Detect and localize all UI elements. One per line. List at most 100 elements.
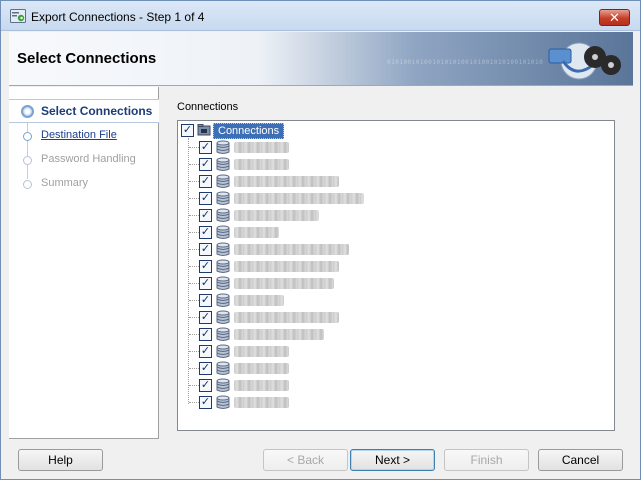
connection-row[interactable]: ✓ [178, 275, 598, 292]
connection-name-redacted [234, 142, 289, 153]
tree-root-label[interactable]: Connections [213, 123, 285, 139]
connection-checkbox[interactable]: ✓ [199, 260, 212, 273]
connection-checkbox[interactable]: ✓ [199, 311, 212, 324]
step-label: Select Connections [41, 104, 153, 118]
help-button[interactable]: Help [18, 449, 103, 471]
database-icon [216, 293, 230, 307]
connection-name-redacted [234, 278, 334, 289]
connection-row[interactable]: ✓ [178, 258, 598, 275]
export-connections-dialog: Export Connections - Step 1 of 4 ✕ Selec… [0, 0, 641, 480]
close-button[interactable]: ✕ [599, 9, 630, 26]
connection-row[interactable]: ✓ [178, 377, 598, 394]
close-icon: ✕ [609, 10, 620, 25]
connection-checkbox[interactable]: ✓ [199, 175, 212, 188]
step-label: Password Handling [41, 153, 136, 165]
connection-row[interactable]: ✓ [178, 343, 598, 360]
database-icon [216, 191, 230, 205]
finish-button-label: Finish [470, 453, 503, 467]
step-label: Destination File [41, 129, 117, 141]
database-icon [216, 208, 230, 222]
export-wizard-icon [10, 9, 26, 23]
next-button[interactable]: Next > [350, 449, 435, 471]
wizard-header: Select Connections 010100101001010101001… [9, 32, 633, 86]
step-current-indicator-icon [21, 105, 34, 118]
connection-checkbox[interactable]: ✓ [199, 396, 212, 409]
page-title: Select Connections [17, 50, 157, 67]
window-title: Export Connections - Step 1 of 4 [31, 10, 205, 24]
step-label: Summary [41, 177, 89, 189]
connection-row[interactable]: ✓ [178, 360, 598, 377]
next-button-label: Next > [374, 453, 410, 467]
root-checkbox[interactable]: ✓ [181, 124, 194, 137]
binary-decoration: 01010010100101010100101001010100101010 [387, 59, 544, 66]
connection-checkbox[interactable]: ✓ [199, 209, 212, 222]
connection-row[interactable]: ✓ [178, 224, 598, 241]
connection-name-redacted [234, 329, 324, 340]
connection-checkbox[interactable]: ✓ [199, 277, 212, 290]
connection-name-redacted [234, 295, 284, 306]
connection-checkbox[interactable]: ✓ [199, 294, 212, 307]
connection-name-redacted [234, 159, 289, 170]
connection-checkbox[interactable]: ✓ [199, 362, 212, 375]
connection-row[interactable]: ✓ [178, 156, 598, 173]
database-icon [216, 395, 230, 409]
step-summary: Summary [9, 172, 159, 196]
connection-name-redacted [234, 244, 349, 255]
database-icon [216, 259, 230, 273]
connections-folder-icon [197, 124, 211, 136]
connection-name-redacted [234, 227, 279, 238]
connection-name-redacted [234, 312, 339, 323]
database-icon [216, 174, 230, 188]
tree-root-row[interactable]: ✓ Connections [178, 122, 598, 139]
connection-row[interactable]: ✓ [178, 309, 598, 326]
connection-row[interactable]: ✓ [178, 207, 598, 224]
connection-checkbox[interactable]: ✓ [199, 379, 212, 392]
connection-row[interactable]: ✓ [178, 139, 598, 156]
connection-name-redacted [234, 193, 364, 204]
step-select-connections[interactable]: Select Connections [9, 99, 159, 123]
connection-checkbox[interactable]: ✓ [199, 158, 212, 171]
connection-checkbox[interactable]: ✓ [199, 226, 212, 239]
connection-name-redacted [234, 363, 289, 374]
database-icon [216, 276, 230, 290]
database-icon [216, 310, 230, 324]
database-icon [216, 157, 230, 171]
connection-checkbox[interactable]: ✓ [199, 192, 212, 205]
database-icon [216, 344, 230, 358]
connection-row[interactable]: ✓ [178, 394, 598, 411]
connection-name-redacted [234, 210, 319, 221]
connection-name-redacted [234, 380, 289, 391]
connection-checkbox[interactable]: ✓ [199, 345, 212, 358]
title-bar[interactable]: Export Connections - Step 1 of 4 ✕ [1, 1, 640, 31]
step-indicator-icon [23, 156, 32, 165]
connection-row[interactable]: ✓ [178, 173, 598, 190]
step-indicator-icon [23, 132, 32, 141]
connection-name-redacted [234, 346, 289, 357]
finish-button: Finish [444, 449, 529, 471]
step-password-handling: Password Handling [9, 148, 159, 172]
database-icon [216, 242, 230, 256]
wizard-steps-panel: Select Connections Destination File Pass… [9, 87, 159, 439]
connection-row[interactable]: ✓ [178, 326, 598, 343]
connection-row[interactable]: ✓ [178, 292, 598, 309]
database-icon [216, 327, 230, 341]
connection-checkbox[interactable]: ✓ [199, 243, 212, 256]
back-button-label: < Back [286, 453, 325, 467]
step-destination-file[interactable]: Destination File [9, 124, 159, 148]
connection-name-redacted [234, 397, 289, 408]
connection-row[interactable]: ✓ [178, 190, 598, 207]
database-icon [216, 378, 230, 392]
connection-checkbox[interactable]: ✓ [199, 141, 212, 154]
connection-row[interactable]: ✓ [178, 241, 598, 258]
connections-label: Connections [177, 101, 239, 113]
cancel-button-label: Cancel [561, 453, 600, 467]
cancel-button[interactable]: Cancel [538, 449, 623, 471]
database-icon [216, 140, 230, 154]
connection-checkbox[interactable]: ✓ [199, 328, 212, 341]
step-indicator-icon [23, 180, 32, 189]
database-icon [216, 225, 230, 239]
connection-name-redacted [234, 176, 339, 187]
back-button: < Back [263, 449, 348, 471]
connections-tree[interactable]: ✓ Connections ✓ ✓ ✓ ✓ ✓ ✓ ✓ ✓ ✓ ✓ ✓ ✓ ✓ ✓ ✓ ✓ [177, 120, 615, 431]
database-icon [216, 361, 230, 375]
